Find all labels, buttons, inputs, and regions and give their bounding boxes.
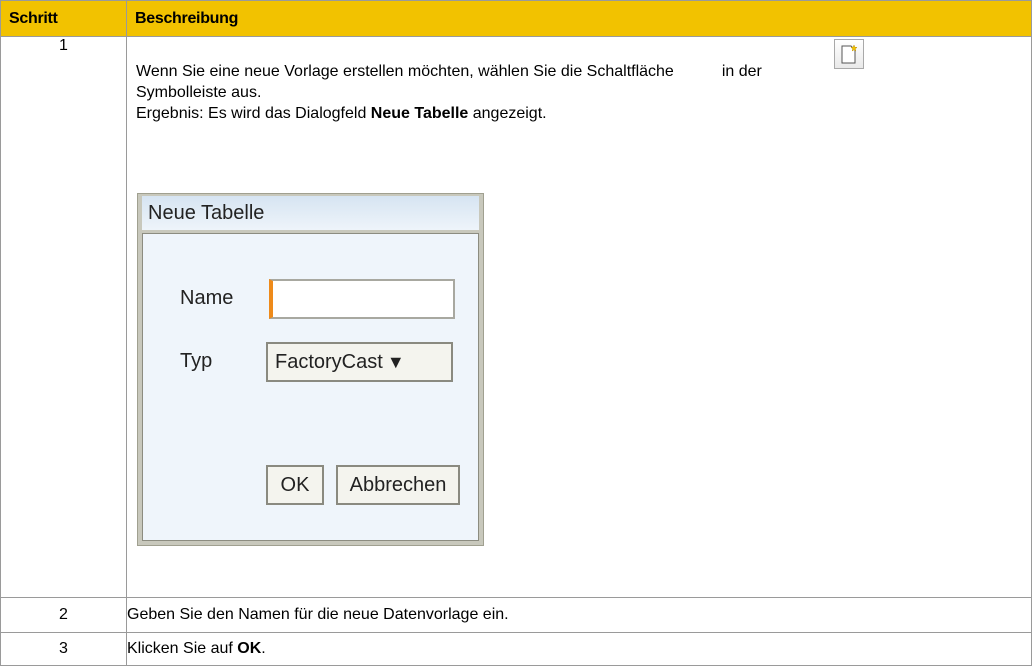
cancel-button[interactable]: Abbrechen	[336, 465, 460, 505]
text-line2: Symbolleiste aus.	[136, 84, 262, 101]
text-before: Klicken Sie auf	[127, 640, 238, 657]
new-table-toolbar-button	[834, 39, 864, 69]
type-value: FactoryCast	[275, 351, 383, 373]
dialog-body: Name Typ FactoryCast ▼ OK Abbrechen	[142, 233, 479, 541]
table-row: 3 Klicken Sie auf OK.	[0, 632, 1032, 666]
name-input[interactable]	[269, 279, 455, 319]
text-after: .	[261, 640, 266, 657]
step-description: Geben Sie den Namen für die neue Datenvo…	[126, 597, 1032, 633]
dialog-title: Neue Tabelle	[142, 196, 479, 230]
header-row: Schritt Beschreibung	[0, 0, 1032, 37]
text-line3-before: Ergebnis: Es wird das Dialogfeld	[136, 105, 371, 122]
step-number: 1	[0, 36, 127, 598]
header-step: Schritt	[0, 0, 127, 37]
text-line1-before: Wenn Sie eine neue Vorlage erstellen möc…	[136, 63, 674, 80]
text-line3-after: angezeigt.	[468, 105, 547, 122]
step-text: Wenn Sie eine neue Vorlage erstellen möc…	[136, 61, 1016, 124]
ok-button[interactable]: OK	[266, 465, 324, 505]
type-select[interactable]: FactoryCast ▼	[266, 342, 453, 382]
text-bold: OK	[237, 640, 262, 657]
name-label: Name	[180, 287, 234, 309]
text-line1-after: in der	[721, 63, 762, 80]
steps-table: Schritt Beschreibung 1 Wenn Sie eine neu…	[0, 0, 1032, 666]
step-description: Wenn Sie eine neue Vorlage erstellen möc…	[126, 36, 1032, 598]
new-table-dialog: Neue Tabelle Name Typ FactoryCast ▼ OK Ab…	[137, 193, 484, 546]
text-line3-bold: Neue Tabelle	[370, 105, 469, 122]
table-row: 1 Wenn Sie eine neue Vorlage erstellen m…	[0, 36, 1032, 598]
header-description: Beschreibung	[126, 0, 1032, 37]
table-row: 2 Geben Sie den Namen für die neue Daten…	[0, 597, 1032, 633]
chevron-down-icon: ▼	[386, 352, 405, 372]
step-number: 3	[0, 632, 127, 666]
step-number: 2	[0, 597, 127, 633]
step-description: Klicken Sie auf OK.	[126, 632, 1032, 666]
type-label: Typ	[180, 350, 213, 372]
new-table-icon	[841, 44, 858, 64]
